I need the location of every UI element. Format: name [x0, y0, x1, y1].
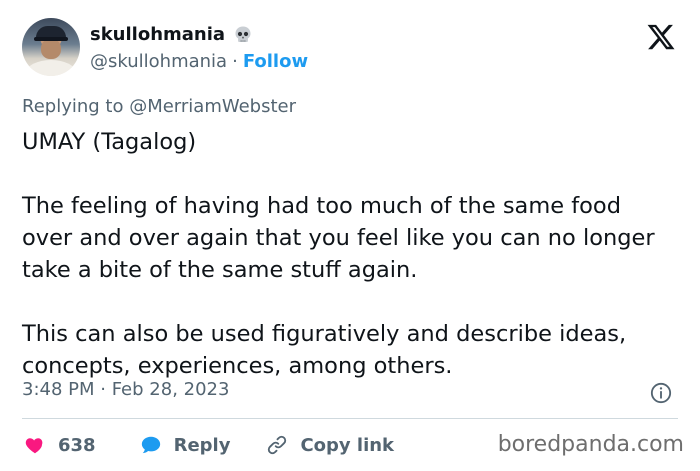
tweet-line-gap: [22, 286, 672, 318]
like-count: 638: [58, 434, 96, 456]
tweet-body: UMAY (Tagalog) The feeling of having had…: [22, 126, 672, 382]
replying-to: Replying to @MerriamWebster: [22, 96, 296, 117]
replying-prefix: Replying to: [22, 96, 130, 117]
display-name[interactable]: skullohmania: [90, 24, 225, 45]
tweet-line-gap: [22, 158, 672, 190]
tweet-timestamp[interactable]: 3:48 PM · Feb 28, 2023: [22, 379, 229, 400]
separator-dot: ·: [232, 51, 238, 72]
avatar[interactable]: [22, 18, 80, 76]
copy-link-button[interactable]: Copy link: [266, 434, 394, 456]
name-row: skullohmania: [90, 24, 253, 45]
handle[interactable]: @skullohmania: [90, 51, 227, 72]
watermark: boredpanda.com: [497, 432, 684, 457]
like-button[interactable]: 638: [24, 434, 96, 456]
copy-link-label: Copy link: [300, 434, 395, 456]
handle-row: @skullohmania · Follow: [90, 51, 308, 72]
tweet-line-note: This can also be used figuratively and d…: [22, 321, 627, 379]
skull-icon: [235, 26, 251, 42]
tweet-line-title: UMAY (Tagalog): [22, 129, 197, 155]
reply-button[interactable]: Reply: [140, 434, 231, 456]
info-icon[interactable]: [650, 382, 672, 404]
x-logo-icon[interactable]: [646, 22, 676, 52]
follow-button[interactable]: Follow: [243, 51, 308, 72]
tweet-header: skullohmania @skullohmania · Follow: [22, 18, 682, 80]
action-bar: 638 Reply Copy link: [24, 432, 430, 458]
replying-mention[interactable]: @MerriamWebster: [129, 96, 296, 117]
reply-label: Reply: [173, 434, 231, 456]
tweet-line-definition: The feeling of having had too much of th…: [22, 193, 655, 283]
link-icon: [268, 435, 287, 455]
heart-icon: [25, 438, 43, 454]
divider: [22, 418, 678, 419]
reply-bubble-icon: [141, 436, 160, 454]
